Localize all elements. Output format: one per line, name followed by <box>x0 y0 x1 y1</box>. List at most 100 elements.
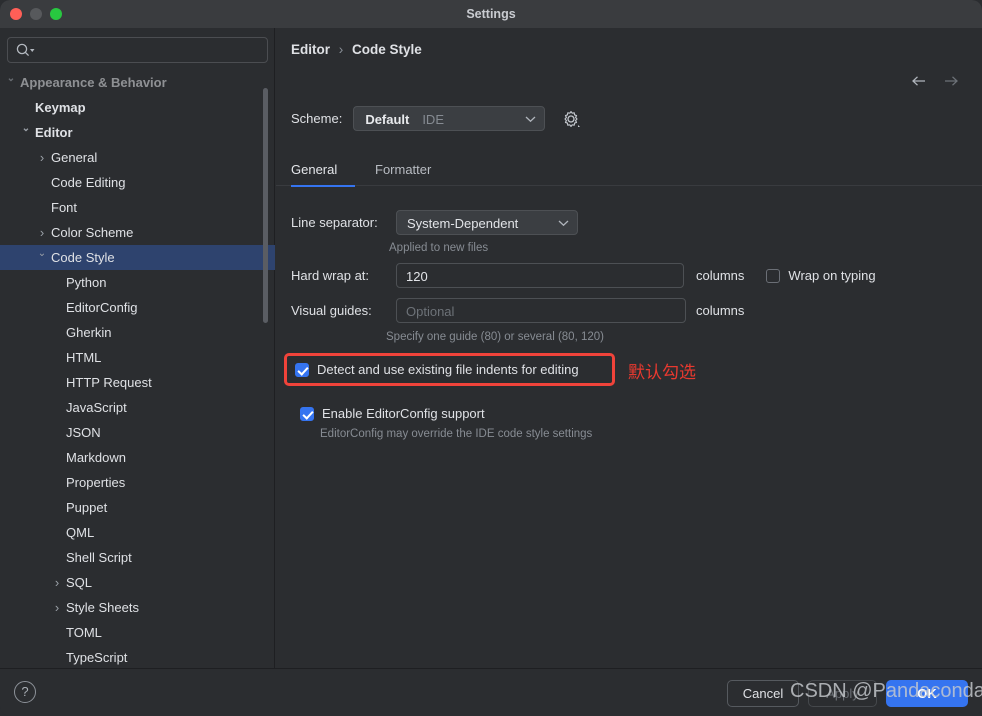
detect-indents-checkbox[interactable] <box>295 362 309 377</box>
hard-wrap-row: Hard wrap at: 120 columns Wrap on typing <box>291 263 876 288</box>
navigation-arrows <box>910 72 960 90</box>
sidebar-item-label: TOML <box>66 625 102 640</box>
cancel-button[interactable]: Cancel <box>727 680 799 707</box>
scheme-value: Default <box>365 112 410 127</box>
visual-guides-unit: columns <box>696 303 745 318</box>
sidebar-item-label: Style Sheets <box>66 600 139 615</box>
ok-button[interactable]: OK <box>886 680 968 707</box>
breadcrumb-separator: › <box>338 42 344 57</box>
sidebar-item-qml[interactable]: QML <box>0 520 275 545</box>
sidebar-item-json[interactable]: JSON <box>0 420 275 445</box>
sidebar-item-label: Puppet <box>66 500 108 515</box>
window-title: Settings <box>466 7 516 21</box>
sidebar-item-puppet[interactable]: Puppet <box>0 495 275 520</box>
sidebar-item-editorconfig[interactable]: EditorConfig <box>0 295 275 320</box>
line-separator-hint: Applied to new files <box>389 242 489 254</box>
sidebar-item-label: Font <box>51 200 78 215</box>
chevron-right-icon[interactable]: › <box>35 145 49 170</box>
sidebar-item-properties[interactable]: Properties <box>0 470 275 495</box>
chevron-down-icon[interactable]: ⌄ <box>35 245 49 270</box>
chevron-right-icon[interactable]: › <box>50 595 64 620</box>
sidebar-item-style-sheets[interactable]: › Style Sheets <box>0 595 275 620</box>
editorconfig-checkbox[interactable] <box>300 406 314 421</box>
editorconfig-row: Enable EditorConfig support <box>300 406 485 421</box>
chevron-down-icon <box>558 220 569 227</box>
tab-general-label: General <box>291 162 338 177</box>
scheme-label: Scheme: <box>291 111 343 126</box>
search-input[interactable] <box>7 37 268 63</box>
search-icon <box>16 43 35 57</box>
apply-button: Apply <box>808 680 877 707</box>
chevron-right-icon[interactable]: › <box>50 570 64 595</box>
sidebar-item-http-request[interactable]: HTTP Request <box>0 370 275 395</box>
chevron-down-icon[interactable]: ⌄ <box>19 120 33 145</box>
editorconfig-hint: EditorConfig may override the IDE code s… <box>320 428 593 440</box>
sidebar-item-code-editing[interactable]: Code Editing <box>0 170 275 195</box>
sidebar-item-appearance-behavior[interactable]: ⌄ Appearance & Behavior <box>0 70 275 95</box>
sidebar-item-typescript[interactable]: TypeScript <box>0 645 275 668</box>
editorconfig-label: Enable EditorConfig support <box>322 406 485 421</box>
tab-formatter[interactable]: Formatter <box>375 156 431 186</box>
sidebar-item-gherkin[interactable]: Gherkin <box>0 320 275 345</box>
wrap-on-typing-label: Wrap on typing <box>788 268 876 283</box>
arrow-left-icon[interactable] <box>910 72 928 90</box>
detect-indents-row: Detect and use existing file indents for… <box>295 362 579 377</box>
sidebar-item-sql[interactable]: › SQL <box>0 570 275 595</box>
sidebar-item-label: Gherkin <box>66 325 112 340</box>
line-separator-row: Line separator: System-Dependent <box>291 210 578 235</box>
title-bar: Settings <box>0 0 982 28</box>
help-icon[interactable]: ? <box>14 681 36 703</box>
settings-tree: ⌄ Appearance & Behavior Keymap ⌄ Editor › Gene… <box>0 70 275 668</box>
sidebar-scrollbar[interactable] <box>263 88 268 323</box>
scheme-row: Scheme: Default IDE <box>291 106 581 131</box>
sidebar-item-general[interactable]: › General <box>0 145 275 170</box>
sidebar-item-font[interactable]: Font <box>0 195 275 220</box>
breadcrumb-current: Code Style <box>352 42 422 57</box>
arrow-right-icon[interactable] <box>942 72 960 90</box>
breadcrumb: Editor › Code Style <box>291 42 422 57</box>
sidebar-item-label: Python <box>66 275 107 290</box>
search-field-wrapper[interactable] <box>7 37 268 63</box>
sidebar-item-javascript[interactable]: JavaScript <box>0 395 275 420</box>
sidebar-item-label: QML <box>66 525 95 540</box>
sidebar-item-html[interactable]: HTML <box>0 345 275 370</box>
sidebar-item-label: EditorConfig <box>66 300 138 315</box>
sidebar-item-keymap[interactable]: Keymap <box>0 95 275 120</box>
sidebar-item-label: HTTP Request <box>66 375 152 390</box>
chevron-right-icon[interactable]: › <box>35 220 49 245</box>
sidebar-item-color-scheme[interactable]: › Color Scheme <box>0 220 275 245</box>
sidebar-item-editor[interactable]: ⌄ Editor <box>0 120 275 145</box>
hard-wrap-label: Hard wrap at: <box>291 268 370 283</box>
sidebar-item-code-style[interactable]: ⌄ Code Style <box>0 245 275 270</box>
scheme-suffix: IDE <box>422 112 444 127</box>
wrap-on-typing-checkbox[interactable] <box>766 268 781 283</box>
sidebar-item-label: JavaScript <box>66 400 127 415</box>
tab-formatter-label: Formatter <box>375 162 432 177</box>
sidebar-item-label: Code Style <box>51 250 115 265</box>
sidebar-item-toml[interactable]: TOML <box>0 620 275 645</box>
settings-main-panel: Editor › Code Style Scheme: Default IDE <box>276 28 982 668</box>
sidebar-item-markdown[interactable]: Markdown <box>0 445 275 470</box>
tab-general[interactable]: General <box>291 156 355 187</box>
sidebar-item-label: Keymap <box>35 100 86 115</box>
hard-wrap-input[interactable]: 120 <box>396 263 684 288</box>
dialog-footer: ? Cancel Apply OK <box>0 668 982 716</box>
gear-icon[interactable] <box>561 109 581 129</box>
line-separator-dropdown[interactable]: System-Dependent <box>396 210 578 235</box>
line-separator-label: Line separator: <box>291 215 378 230</box>
chevron-down-icon <box>525 116 536 123</box>
chevron-down-icon[interactable]: ⌄ <box>4 70 18 95</box>
visual-guides-label: Visual guides: <box>291 303 372 318</box>
sidebar-item-label: Code Editing <box>51 175 126 190</box>
settings-window: Settings ⌄ Appearance & Behavior Keymap ⌄ Ed… <box>0 0 982 716</box>
sidebar-item-label: Appearance & Behavior <box>20 75 167 90</box>
hard-wrap-value: 120 <box>406 269 428 284</box>
sidebar-item-shell-script[interactable]: Shell Script <box>0 545 275 570</box>
sidebar-item-label: Shell Script <box>66 550 132 565</box>
hard-wrap-unit: columns <box>696 268 745 283</box>
scheme-dropdown[interactable]: Default IDE <box>353 106 546 131</box>
breadcrumb-parent[interactable]: Editor <box>291 42 330 57</box>
sidebar-item-label: Markdown <box>66 450 126 465</box>
visual-guides-input[interactable]: Optional <box>396 298 686 323</box>
sidebar-item-python[interactable]: Python <box>0 270 275 295</box>
